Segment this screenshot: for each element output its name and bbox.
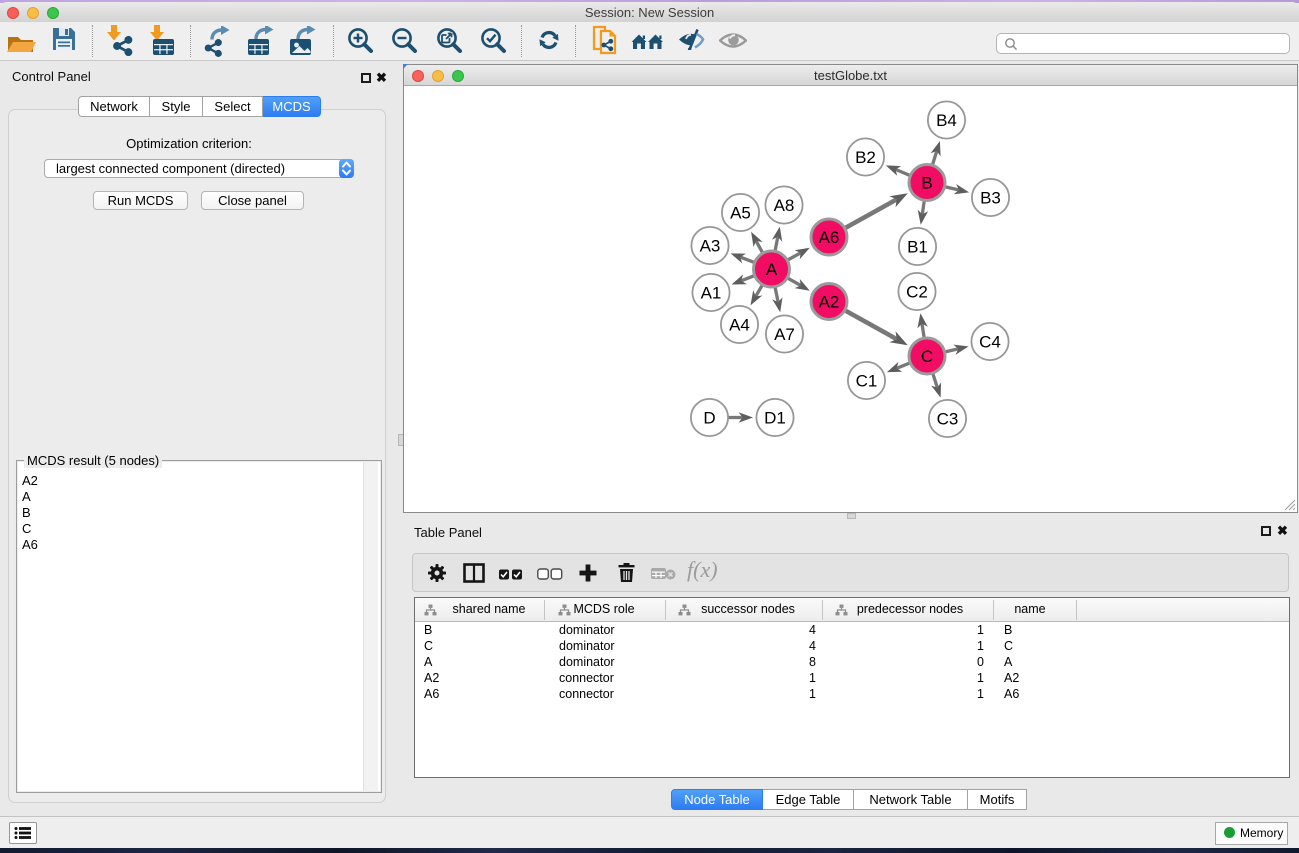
svg-text:A1: A1 xyxy=(701,283,722,302)
svg-text:B4: B4 xyxy=(936,111,957,130)
svg-text:D1: D1 xyxy=(764,408,786,427)
svg-text:A5: A5 xyxy=(730,203,751,222)
svg-text:C: C xyxy=(921,347,933,366)
svg-text:B1: B1 xyxy=(907,237,928,256)
svg-text:C2: C2 xyxy=(906,282,928,301)
svg-text:A4: A4 xyxy=(729,315,750,334)
svg-text:A8: A8 xyxy=(774,196,795,215)
svg-text:A2: A2 xyxy=(819,292,840,311)
svg-text:D: D xyxy=(703,408,715,427)
svg-text:A3: A3 xyxy=(700,236,721,255)
svg-text:C1: C1 xyxy=(856,371,878,390)
svg-text:B3: B3 xyxy=(980,188,1001,207)
svg-text:A6: A6 xyxy=(819,228,840,247)
svg-text:A7: A7 xyxy=(774,325,795,344)
svg-text:C4: C4 xyxy=(979,332,1001,351)
svg-text:C3: C3 xyxy=(937,409,959,428)
svg-text:A: A xyxy=(766,260,778,279)
svg-text:B2: B2 xyxy=(855,148,876,167)
svg-text:B: B xyxy=(921,173,932,192)
